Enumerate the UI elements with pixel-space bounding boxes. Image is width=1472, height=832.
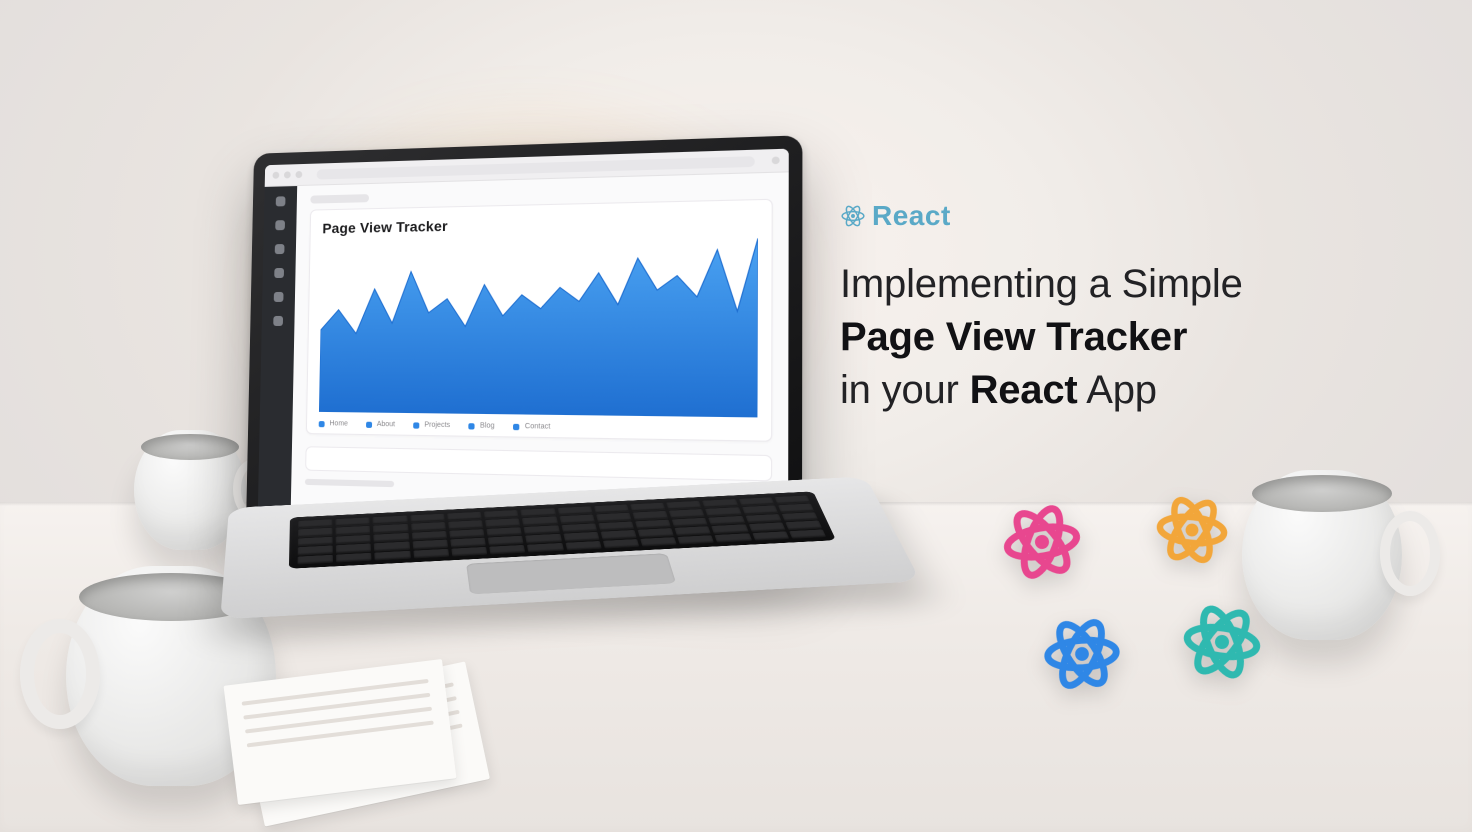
sidebar-pages-icon[interactable] [274,268,284,278]
laptop: Page View Tracker [250,152,860,712]
area-chart [319,235,758,418]
legend-item: About [366,421,395,429]
headline-line3-post: App [1078,368,1157,412]
sidebar-analytics-icon[interactable] [275,220,285,230]
react-logo-icon [840,203,866,229]
footer-panel [305,446,772,481]
headline-line3-pre: in your [840,368,970,412]
brand-label: React [872,200,951,232]
headline-line3-bold: React [970,368,1078,412]
sidebar-settings-icon[interactable] [274,292,284,302]
breadcrumb [310,194,369,204]
chart-panel: Page View Tracker [306,199,773,442]
main-area: Page View Tracker [291,172,789,536]
browser-menu-icon[interactable] [772,156,780,164]
screen-display: Page View Tracker [258,149,789,536]
headline-line1: Implementing a Simple [840,258,1420,311]
chart-legend: Home About Projects Blog Contact [319,420,758,434]
panel-title: Page View Tracker [322,211,758,236]
legend-item: Contact [513,423,550,431]
legend-item: Home [319,420,348,428]
atom-icon [1038,610,1126,698]
sidebar-home-icon[interactable] [276,196,286,206]
legend-item: Blog [469,422,495,430]
headline-line2: Page View Tracker [840,315,1187,359]
headline: Implementing a Simple Page View Tracker … [840,258,1420,416]
hero-scene: Page View Tracker [0,0,1472,832]
atom-icon-group [1000,500,1320,720]
atom-icon [1175,595,1270,690]
headline-block: React Implementing a Simple Page View Tr… [840,200,1420,416]
window-dot-icon [295,171,302,178]
sidebar-users-icon[interactable] [275,244,285,254]
legend-item: Projects [413,421,450,429]
window-dot-icon [284,171,291,178]
window-dot-icon [272,172,279,179]
sidebar-help-icon[interactable] [273,316,283,326]
atom-icon [1150,488,1235,573]
atom-icon [993,493,1090,590]
dashboard-app: Page View Tracker [258,172,789,536]
react-brand: React [840,200,1420,232]
footer-caption [305,479,394,487]
